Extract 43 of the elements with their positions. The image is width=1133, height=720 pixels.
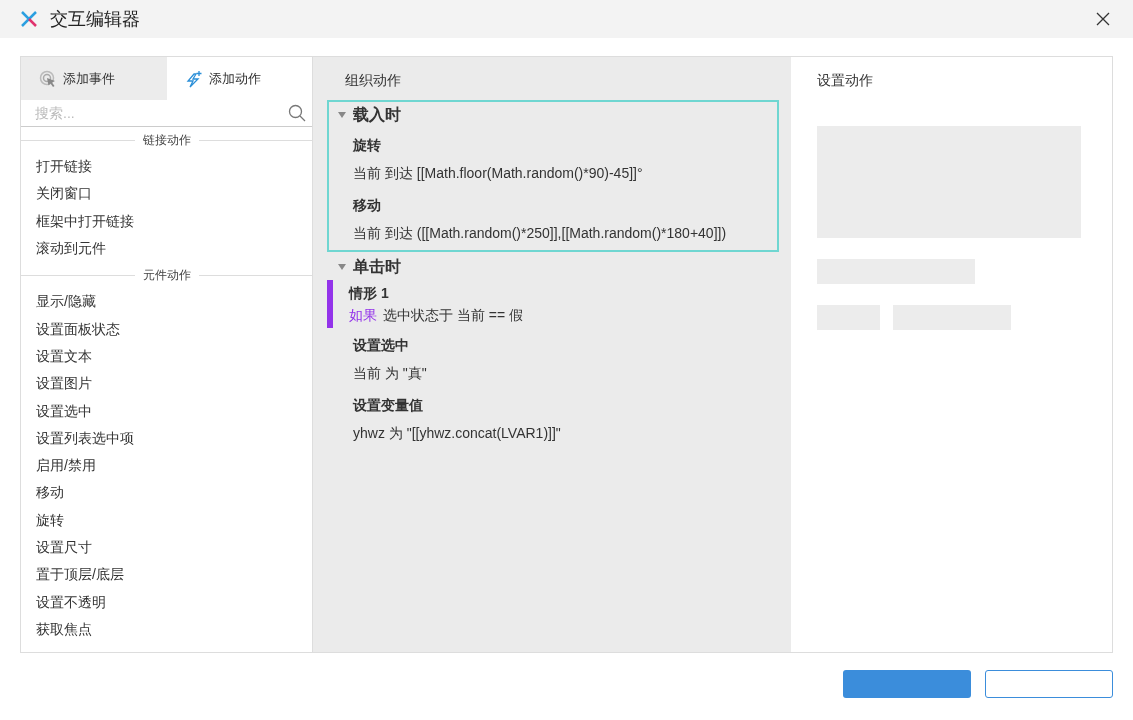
action-item[interactable]: 框架中打开链接 (36, 210, 134, 232)
case-title[interactable]: 情形 1 (349, 282, 389, 304)
section-heading: 链接动作 (141, 132, 192, 149)
tab[interactable]: 添加事件 (21, 57, 167, 100)
action-item[interactable]: 打开链接 (36, 156, 92, 178)
event-name[interactable]: 载入时 (353, 103, 401, 127)
action-item[interactable]: 旋转 (36, 509, 64, 531)
lightning-icon (184, 69, 203, 88)
action-item[interactable]: 设置面板状态 (36, 318, 120, 340)
caret-icon[interactable] (338, 264, 346, 270)
action-item[interactable]: 滚动到元件 (36, 238, 106, 260)
action-item[interactable]: 置于顶层/底层 (36, 564, 124, 586)
cancel-button[interactable] (985, 670, 1113, 698)
app-logo-icon (20, 10, 38, 28)
section-heading: 元件动作 (141, 267, 192, 285)
action-title[interactable]: 移动 (353, 192, 381, 218)
cursor-icon (39, 69, 57, 88)
panel-title: 设置动作 (817, 71, 874, 90)
window-title: 交互编辑器 (50, 7, 140, 31)
action-item[interactable]: 启用/禁用 (36, 455, 96, 477)
action-item[interactable]: 设置列表选中项 (36, 427, 134, 449)
event-name[interactable]: 单击时 (353, 255, 401, 279)
search-icon (288, 104, 306, 122)
condition-keyword: 如果 (349, 306, 377, 325)
action-title[interactable]: 旋转 (353, 132, 381, 158)
panel-title: 组织动作 (345, 71, 402, 90)
caret-icon[interactable] (338, 112, 346, 118)
action-title[interactable]: 设置选中 (353, 332, 409, 358)
action-item[interactable]: 设置图片 (36, 373, 92, 395)
condition-text: 选中状态于 当前 == 假 (383, 306, 524, 325)
action-detail: 当前 到达 ([[Math.random()*250]],[[Math.random()*180+40]]) (353, 224, 727, 243)
action-item[interactable]: 显示/隐藏 (36, 291, 96, 313)
action-item[interactable]: 获取焦点 (36, 618, 92, 640)
action-item[interactable]: 关闭窗口 (36, 183, 92, 205)
action-detail: 当前 到达 [[Math.floor(Math.random()*90)-45]]° (353, 164, 643, 183)
action-item[interactable]: 设置文本 (36, 345, 92, 367)
action-item[interactable]: 移动 (36, 482, 64, 504)
action-item[interactable]: 设置选中 (36, 400, 92, 422)
action-item[interactable]: 设置尺寸 (36, 537, 92, 558)
action-detail: yhwz 为 "[[yhwz.concat(LVAR1)]]" (353, 424, 561, 443)
action-detail: 当前 为 "真" (353, 364, 427, 383)
action-item[interactable]: 设置不透明 (36, 591, 106, 613)
action-title[interactable]: 设置变量值 (353, 392, 423, 418)
